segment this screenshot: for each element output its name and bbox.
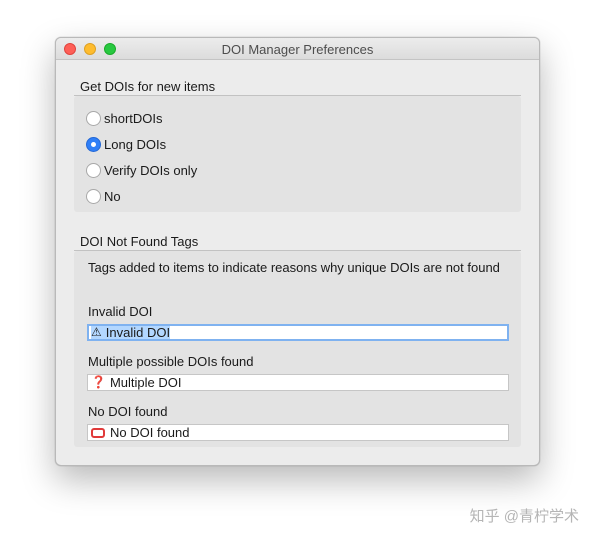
radio-button[interactable] (86, 110, 101, 126)
radio-button[interactable] (86, 188, 101, 204)
question-icon: ❓ (91, 375, 106, 389)
radio-button[interactable] (86, 162, 101, 178)
watermark-text: 知乎 @青柠学术 (469, 508, 579, 525)
no-doi-found-tag-value: No DOI found (110, 425, 190, 440)
no-doi-found-tag-input[interactable]: No DOI found (87, 424, 509, 441)
preferences-window: DOI Manager Preferences Get DOIs for new… (55, 37, 540, 466)
radio-label: shortDOIs (104, 110, 163, 126)
invalid-doi-label: Invalid DOI (88, 304, 153, 319)
multiple-dois-label: Multiple possible DOIs found (88, 354, 254, 369)
multiple-dois-tag-value: Multiple DOI (109, 375, 182, 390)
tags-description: Tags added to items to indicate reasons … (88, 260, 500, 275)
warning-icon: ⚠ (91, 325, 102, 339)
section-title-get-dois: Get DOIs for new items (80, 79, 216, 94)
radio-button-selected[interactable] (86, 136, 101, 152)
radio-label: Long DOIs (104, 136, 167, 152)
radio-label: No (104, 188, 121, 204)
radio-option-verify-only[interactable]: Verify DOIs only (86, 161, 197, 179)
window-title: DOI Manager Preferences (221, 42, 374, 57)
invalid-doi-tag-value: Invalid DOI (105, 325, 171, 340)
radio-option-shortdois[interactable]: shortDOIs (86, 109, 163, 127)
multiple-dois-tag-input[interactable]: ❓ Multiple DOI (87, 374, 509, 391)
no-entry-icon (91, 427, 105, 438)
radio-option-long-dois[interactable]: Long DOIs (86, 135, 166, 153)
get-dois-panel: shortDOIs Long DOIs Verify DOIs only No (74, 96, 521, 212)
no-doi-found-label: No DOI found (88, 404, 168, 419)
invalid-doi-tag-input[interactable]: ⚠ Invalid DOI (87, 324, 509, 341)
radio-label: Verify DOIs only (104, 162, 198, 178)
radio-option-no[interactable]: No (86, 187, 121, 205)
not-found-tags-panel: Tags added to items to indicate reasons … (74, 251, 521, 447)
section-title-not-found-tags: DOI Not Found Tags (80, 234, 199, 249)
title-bar: DOI Manager Preferences (56, 38, 539, 60)
